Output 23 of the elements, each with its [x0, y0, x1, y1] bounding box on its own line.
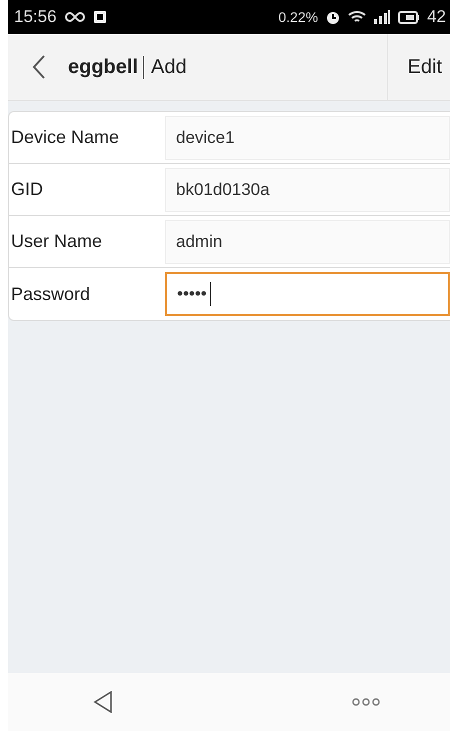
input-field[interactable]: device1: [165, 116, 450, 160]
battery-level: 42: [427, 7, 446, 27]
field-label: Password: [11, 284, 92, 304]
image-icon: [92, 10, 107, 24]
field-label: Device Name: [11, 127, 120, 148]
infinity-icon: [64, 11, 86, 23]
signal-icon: [373, 10, 392, 24]
status-time: 15:56: [14, 7, 57, 27]
input-field[interactable]: bk01d0130a: [165, 168, 450, 212]
more-icon[interactable]: [352, 698, 380, 706]
data-rate: 0.22%: [278, 9, 318, 25]
edit-button[interactable]: Edit: [386, 34, 450, 100]
input-field[interactable]: •••••: [165, 272, 450, 316]
alarm-icon: [325, 9, 342, 25]
wifi-icon: [348, 10, 366, 24]
battery-icon: [398, 10, 420, 24]
back-icon[interactable]: [93, 691, 113, 713]
input-field[interactable]: admin: [165, 220, 450, 264]
back-label[interactable]: eggbell: [68, 56, 144, 78]
field-label: GID: [11, 179, 44, 200]
field-label: User Name: [11, 231, 104, 252]
back-icon[interactable]: [32, 54, 46, 80]
page-title: Add: [151, 56, 187, 78]
